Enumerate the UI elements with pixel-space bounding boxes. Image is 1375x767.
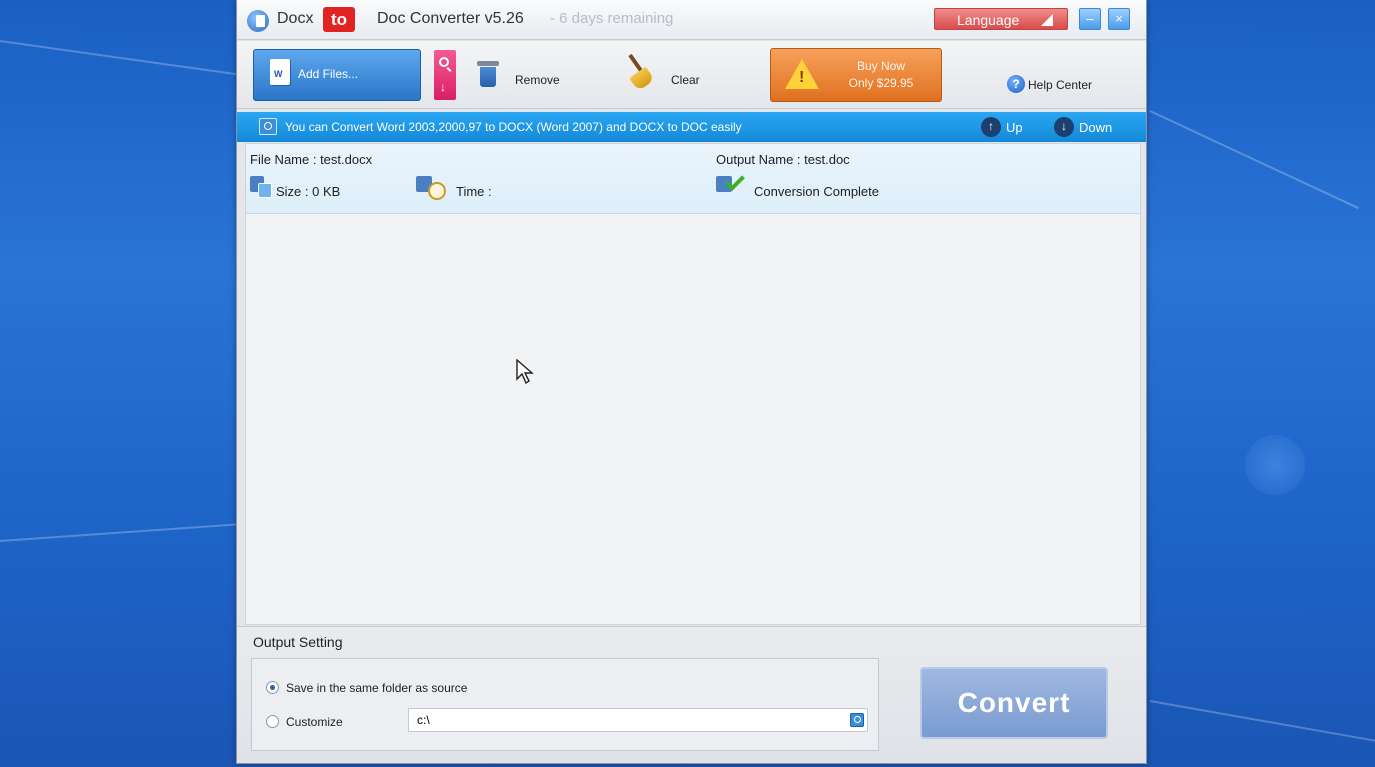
toolbar: Add Files... ↓ Remove Clear ! Buy Now On… bbox=[237, 41, 1146, 109]
file-size: Size : 0 KB bbox=[276, 184, 341, 199]
word-document-icon bbox=[270, 59, 290, 85]
desktop-glow bbox=[1245, 435, 1305, 495]
output-options-box: Save in the same folder as source Custom… bbox=[251, 658, 879, 751]
help-center-button[interactable]: Help Center bbox=[1028, 78, 1092, 92]
down-arrow-circle-icon[interactable]: ↓ bbox=[1054, 117, 1074, 137]
info-message: You can Convert Word 2003,2000,97 to DOC… bbox=[285, 120, 742, 134]
remove-button[interactable]: Remove bbox=[515, 73, 560, 87]
close-button[interactable]: × bbox=[1108, 8, 1130, 30]
up-arrow-icon[interactable]: ↑ bbox=[981, 117, 1001, 137]
language-label: Language bbox=[957, 12, 1020, 28]
customize-radio[interactable] bbox=[266, 715, 279, 728]
list-item[interactable]: File Name : test.docx Size : 0 KB Time :… bbox=[246, 144, 1140, 214]
clock-icon bbox=[416, 176, 450, 200]
clear-button[interactable]: Clear bbox=[671, 73, 700, 87]
output-setting-panel: Output Setting Save in the same folder a… bbox=[237, 626, 1146, 763]
title-converter: Doc Converter v5.26 bbox=[377, 10, 524, 27]
same-folder-radio[interactable] bbox=[266, 681, 279, 694]
conversion-time: Time : bbox=[456, 184, 492, 199]
help-icon[interactable]: ? bbox=[1007, 75, 1025, 93]
info-bar: You can Convert Word 2003,2000,97 to DOC… bbox=[237, 112, 1146, 142]
desktop-streak bbox=[0, 40, 238, 76]
language-dropdown-icon bbox=[1041, 14, 1053, 26]
language-button[interactable]: Language bbox=[934, 8, 1068, 30]
search-info-icon bbox=[259, 118, 277, 135]
convert-button[interactable]: Convert bbox=[920, 667, 1108, 739]
buy-now-label: Buy Now bbox=[856, 59, 906, 73]
trash-icon[interactable] bbox=[477, 61, 499, 87]
file-size-icon bbox=[250, 176, 272, 198]
desktop-streak bbox=[1149, 110, 1359, 210]
magnifier-icon bbox=[439, 57, 449, 67]
same-folder-label[interactable]: Save in the same folder as source bbox=[286, 681, 467, 695]
app-window: Docx to Doc Converter v5.26 - 6 days rem… bbox=[236, 0, 1147, 764]
buy-price-label: Only $29.95 bbox=[848, 76, 914, 90]
customize-label[interactable]: Customize bbox=[286, 715, 343, 729]
desktop-streak bbox=[1149, 700, 1375, 742]
down-button[interactable]: Down bbox=[1079, 120, 1112, 135]
conversion-status: Conversion Complete bbox=[754, 184, 880, 199]
add-files-button[interactable]: Add Files... bbox=[253, 49, 421, 101]
output-path-input[interactable] bbox=[408, 708, 868, 732]
title-docx: Docx bbox=[277, 10, 314, 27]
warning-exclamation: ! bbox=[799, 69, 805, 86]
trial-remaining-text: - 6 days remaining bbox=[550, 10, 674, 27]
app-logo-icon bbox=[247, 10, 269, 32]
minimize-button[interactable]: – bbox=[1079, 8, 1101, 30]
title-to-badge: to bbox=[323, 7, 356, 32]
browse-folder-icon[interactable] bbox=[850, 713, 864, 727]
buy-now-button[interactable]: ! Buy Now Only $29.95 bbox=[770, 48, 942, 102]
mouse-cursor-icon bbox=[516, 359, 534, 385]
file-name: File Name : test.docx bbox=[250, 152, 373, 167]
output-name: Output Name : test.doc bbox=[716, 152, 850, 167]
up-button[interactable]: Up bbox=[1006, 120, 1023, 135]
desktop-streak bbox=[0, 523, 240, 542]
minimize-icon: – bbox=[1086, 11, 1094, 26]
search-add-button[interactable]: ↓ bbox=[434, 50, 456, 100]
file-list: File Name : test.docx Size : 0 KB Time :… bbox=[245, 143, 1141, 625]
output-setting-title: Output Setting bbox=[253, 634, 343, 650]
close-icon: × bbox=[1115, 11, 1123, 26]
down-arrow-icon: ↓ bbox=[440, 80, 446, 94]
title-bar: Docx to Doc Converter v5.26 - 6 days rem… bbox=[237, 0, 1146, 40]
add-files-label: Add Files... bbox=[298, 67, 359, 81]
broom-icon[interactable] bbox=[624, 53, 655, 93]
check-icon bbox=[716, 171, 750, 198]
